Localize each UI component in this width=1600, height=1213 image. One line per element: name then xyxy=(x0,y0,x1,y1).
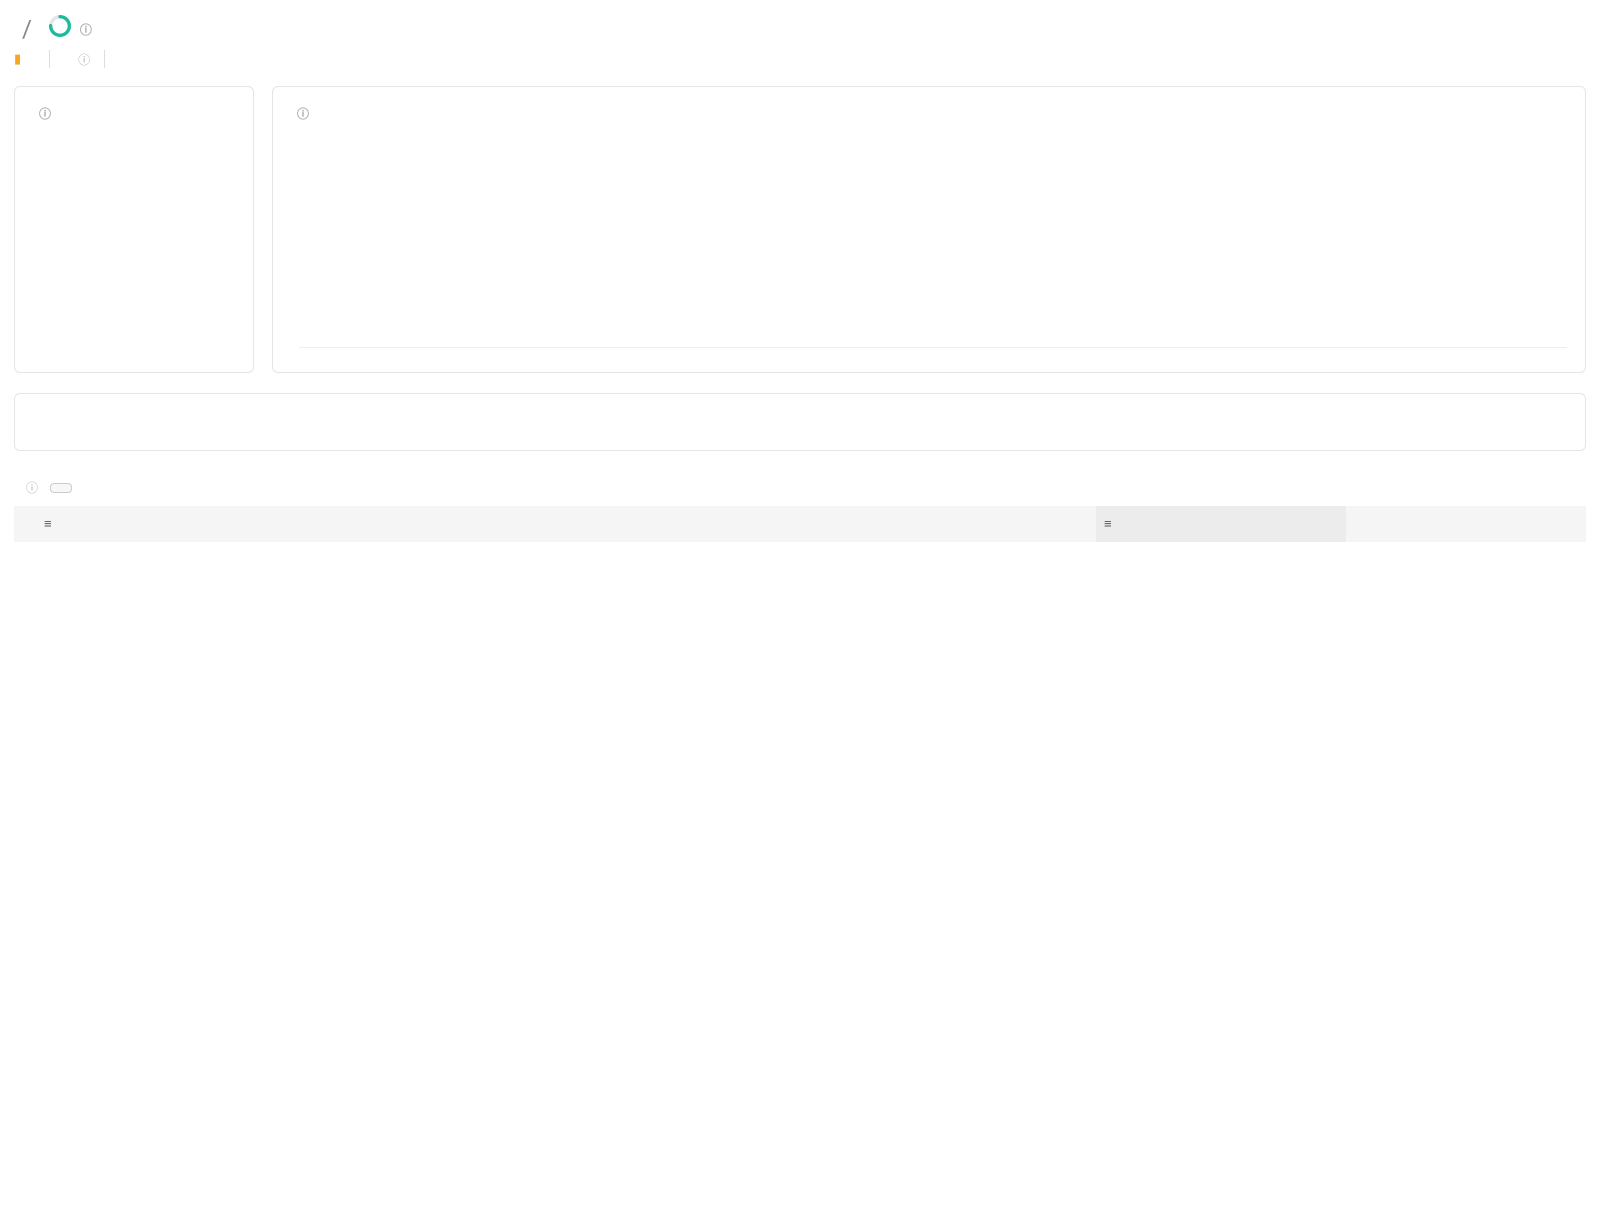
info-icon[interactable]: ⓘ xyxy=(26,479,38,496)
col-url[interactable]: ≡ xyxy=(36,506,1096,542)
col-lcp[interactable] xyxy=(1346,506,1426,542)
card-title: ⓘ xyxy=(291,105,1567,122)
filter-icon[interactable]: ≡ xyxy=(44,517,52,532)
col-tbt[interactable] xyxy=(1426,506,1506,542)
filter-icon[interactable]: ≡ xyxy=(1104,517,1112,532)
edit-list-button[interactable] xyxy=(50,483,72,493)
page-status-card: ⓘ xyxy=(14,86,254,373)
separator xyxy=(104,50,105,68)
page-status-donut xyxy=(64,134,204,274)
info-icon[interactable]: ⓘ xyxy=(297,105,309,122)
bars-container xyxy=(299,144,1567,348)
historical-chart xyxy=(291,144,1567,354)
sub-bar: ▮ ⓘ xyxy=(14,50,1586,68)
info-icon[interactable]: ⓘ xyxy=(39,105,51,122)
historical-card: ⓘ xyxy=(272,86,1586,373)
separator xyxy=(49,50,50,68)
y-axis-title xyxy=(291,144,293,354)
lighthouse-icon: ▮ xyxy=(14,52,21,67)
info-icon[interactable]: ⓘ xyxy=(78,51,90,68)
score-ring-icon xyxy=(48,14,72,44)
card-title: ⓘ xyxy=(33,105,235,122)
page-title: / ⓘ xyxy=(14,14,1586,44)
col-status[interactable]: ≡ xyxy=(1096,506,1346,542)
analyzed-table: ≡ ≡ xyxy=(14,506,1586,542)
col-cls[interactable] xyxy=(1506,506,1586,542)
title-slash: / xyxy=(22,15,32,43)
info-icon[interactable]: ⓘ xyxy=(80,21,92,38)
analyzed-section: ⓘ ≡ ≡ xyxy=(14,479,1586,542)
metrics-card xyxy=(14,393,1586,451)
